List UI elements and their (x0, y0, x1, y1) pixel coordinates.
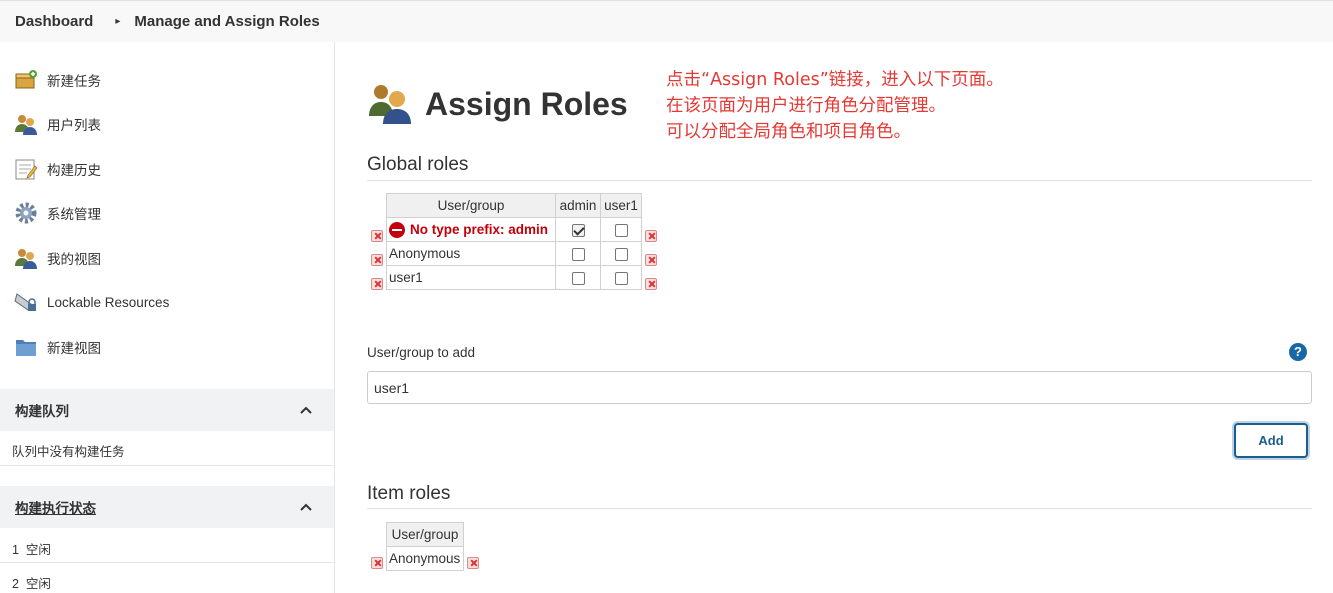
annotation-line: 点击“Assign Roles”链接，进入以下页面。 (666, 70, 1004, 90)
sidebar: 新建任务 用户列表 构建历史 系统管理 我的视图 Lockable Resour… (0, 42, 335, 593)
sidebar-item-people[interactable]: 用户列表 (14, 111, 101, 137)
sidebar-item-label: 构建历史 (47, 163, 101, 178)
lock-resource-icon (14, 290, 38, 314)
sidebar-item-label: 用户列表 (47, 118, 101, 133)
role-checkbox[interactable] (614, 223, 628, 237)
global-roles-table: User/group admin user1 No type prefix: a… (386, 193, 642, 290)
column-header-user1: user1 (600, 193, 642, 218)
error-message: No type prefix: admin (389, 221, 553, 238)
notepad-icon (14, 157, 38, 181)
user-group-input[interactable] (367, 371, 1312, 404)
table-row: user1 (386, 265, 642, 290)
sidebar-item-label: 新建视图 (47, 341, 101, 356)
table-row: Anonymous (386, 241, 642, 266)
people-icon (14, 112, 38, 136)
page-header: Assign Roles (367, 80, 628, 129)
sidebar-item-new-view[interactable]: 新建视图 (14, 334, 101, 360)
divider (0, 562, 334, 563)
assign-roles-icon (367, 80, 413, 129)
executors-header[interactable]: 构建执行状态 (0, 486, 334, 528)
breadcrumb: Dashboard ▸ Manage and Assign Roles (0, 0, 1333, 42)
sidebar-item-build-history[interactable]: 构建历史 (14, 156, 101, 182)
gear-icon (14, 201, 38, 225)
new-job-icon (14, 68, 38, 92)
sidebar-item-new-job[interactable]: 新建任务 (14, 67, 101, 93)
role-cell (555, 241, 601, 266)
user-name: No type prefix: admin (410, 222, 549, 237)
role-checkbox[interactable] (614, 271, 628, 285)
delete-row-icon[interactable] (371, 278, 383, 290)
user-cell: Anonymous (386, 546, 464, 571)
item-roles-table: User/group Anonymous (386, 522, 464, 571)
table-header-row: User/group admin user1 (386, 193, 642, 218)
delete-row-icon[interactable] (467, 557, 479, 569)
table-row: No type prefix: admin (386, 217, 642, 242)
column-header-user-group: User/group (386, 193, 556, 218)
breadcrumb-current-page[interactable]: Manage and Assign Roles (134, 13, 319, 30)
annotation-line: 在该页面为用户进行角色分配管理。 (666, 96, 946, 116)
build-queue-header[interactable]: 构建队列 (0, 389, 334, 431)
role-cell (600, 265, 642, 290)
role-checkbox[interactable] (571, 271, 585, 285)
user-cell: No type prefix: admin (386, 217, 556, 242)
page-title: Assign Roles (425, 86, 628, 122)
build-queue-empty: 队列中没有构建任务 (12, 445, 125, 459)
divider (367, 508, 1312, 509)
column-header-admin: admin (555, 193, 601, 218)
sidebar-item-lockable-resources[interactable]: Lockable Resources (14, 289, 169, 315)
sidebar-item-label: 新建任务 (47, 74, 101, 89)
build-queue-title: 构建队列 (15, 404, 69, 419)
role-cell (600, 217, 642, 242)
executor-row: 2 空闲 (0, 573, 334, 592)
folder-icon (14, 335, 38, 359)
item-roles-title: Item roles (367, 483, 451, 504)
role-cell (555, 217, 601, 242)
chevron-up-icon[interactable] (300, 501, 312, 513)
executor-row: 1 空闲 (0, 539, 334, 558)
annotation-line: 可以分配全局角色和项目角色。 (666, 122, 911, 142)
executors-title[interactable]: 构建执行状态 (15, 497, 96, 517)
user-icon (14, 246, 38, 270)
executor-number: 1 (12, 543, 19, 557)
executor-status: 空闲 (25, 543, 51, 557)
column-header-user-group: User/group (386, 522, 464, 547)
sidebar-item-label: 我的视图 (47, 252, 101, 267)
annotation-note: 点击“Assign Roles”链接，进入以下页面。 在该页面为用户进行角色分配… (666, 67, 1004, 145)
role-checkbox[interactable] (571, 247, 585, 261)
delete-row-icon[interactable] (371, 254, 383, 266)
executor-status: 空闲 (25, 577, 51, 591)
role-checkbox[interactable] (614, 247, 628, 261)
breadcrumb-dashboard-link[interactable]: Dashboard (15, 13, 93, 30)
divider (0, 465, 334, 466)
sidebar-item-manage[interactable]: 系统管理 (14, 200, 101, 226)
delete-row-icon[interactable] (371, 557, 383, 569)
divider (367, 180, 1312, 181)
sidebar-item-label: 系统管理 (47, 207, 101, 222)
table-row: Anonymous (386, 546, 464, 571)
sidebar-item-label: Lockable Resources (47, 294, 170, 310)
delete-row-icon[interactable] (371, 230, 383, 242)
table-header-row: User/group (386, 522, 464, 547)
delete-row-icon[interactable] (645, 278, 657, 290)
role-checkbox[interactable] (571, 223, 585, 237)
help-icon[interactable]: ? (1289, 343, 1307, 361)
add-button[interactable]: Add (1234, 423, 1308, 458)
global-roles-title: Global roles (367, 154, 469, 175)
sidebar-item-my-views[interactable]: 我的视图 (14, 245, 101, 271)
chevron-up-icon[interactable] (300, 404, 312, 416)
breadcrumb-chevron-icon[interactable]: ▸ (115, 16, 120, 27)
delete-row-icon[interactable] (645, 230, 657, 242)
error-icon (389, 221, 405, 238)
user-group-to-add-label: User/group to add (367, 345, 476, 360)
user-cell: user1 (386, 265, 556, 290)
role-cell (600, 241, 642, 266)
executor-number: 2 (12, 577, 19, 591)
role-cell (555, 265, 601, 290)
user-cell: Anonymous (386, 241, 556, 266)
delete-row-icon[interactable] (645, 254, 657, 266)
